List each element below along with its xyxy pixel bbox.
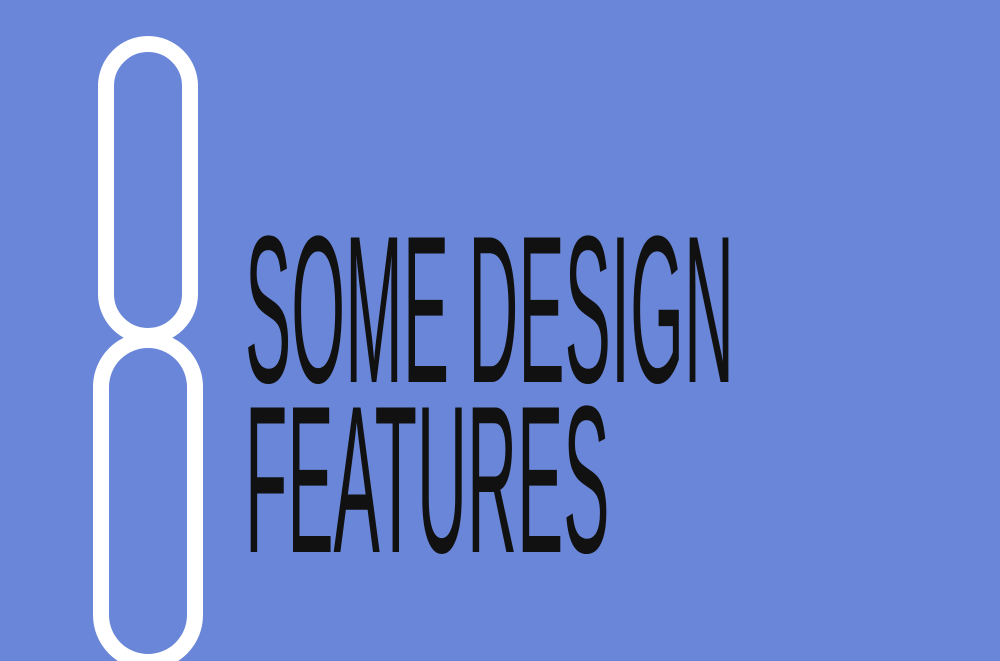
chapter-title: SOME DESIGN FEATURES [245, 205, 1000, 597]
chapter-number: 8 [93, 36, 203, 661]
chapter-number-glyph [93, 36, 203, 661]
title-line-2: FEATURES [245, 362, 610, 597]
chapter-slide: 8 SOME DESIGN FEATURES [0, 0, 1000, 661]
